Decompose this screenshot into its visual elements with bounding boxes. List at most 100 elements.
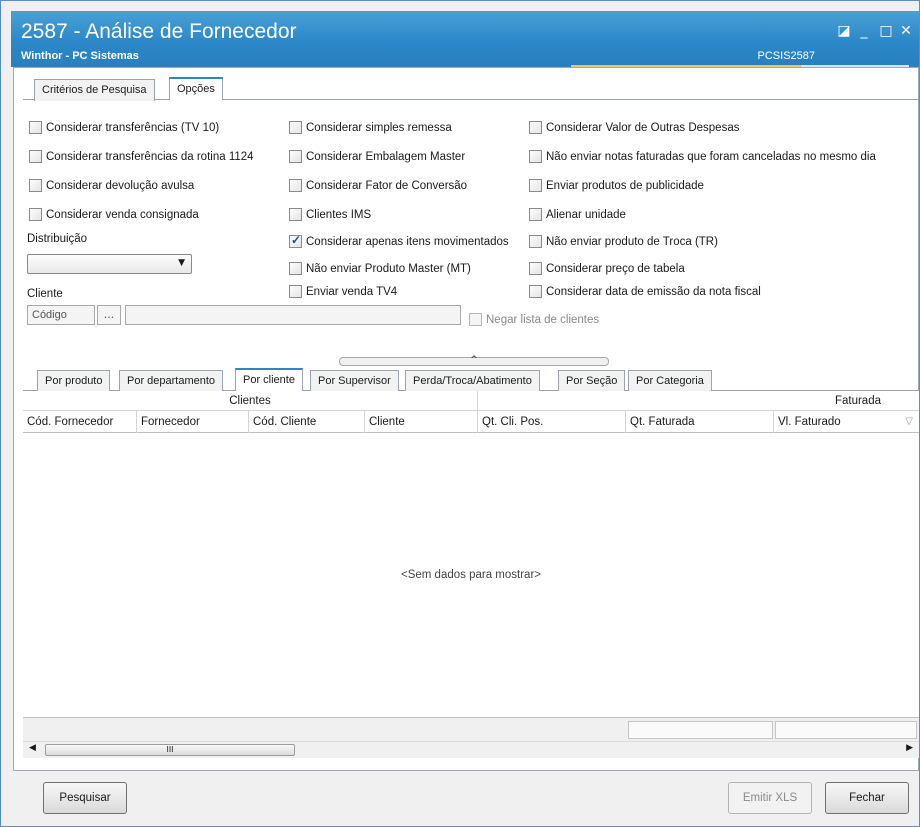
chk-venda-consignada[interactable]: Considerar venda consignada	[29, 208, 199, 221]
chevron-down-icon: ▼	[178, 258, 185, 268]
checkbox-icon	[289, 121, 302, 134]
tab-por-cliente[interactable]: Por cliente	[235, 368, 303, 391]
footer-cell-qt-faturada	[628, 721, 773, 739]
filter-arrow-icon[interactable]: ▽	[905, 411, 913, 433]
horizontal-scrollbar[interactable]: ◀ III ▶	[23, 741, 919, 758]
chk-devolucao-avulsa[interactable]: Considerar devolução avulsa	[29, 179, 194, 192]
tab-por-categoria[interactable]: Por Categoria	[628, 370, 712, 392]
col-qt-cli-pos[interactable]: Qt. Cli. Pos.	[478, 411, 626, 433]
chk-fator-conversao[interactable]: Considerar Fator de Conversão	[289, 179, 467, 192]
col-cliente[interactable]: Cliente	[365, 411, 478, 433]
chk-enviar-venda-tv4[interactable]: Enviar venda TV4	[289, 285, 397, 298]
scroll-thumb[interactable]: III	[45, 744, 295, 756]
checkbox-label: Considerar Fator de Conversão	[306, 179, 468, 192]
checkbox-label: Enviar produtos de publicidade	[546, 179, 704, 192]
checkbox-icon	[529, 208, 542, 221]
results-grid: Clientes Faturada Cód. Fornecedor Fornec…	[23, 391, 919, 741]
tab-perda-troca-abatimento[interactable]: Perda/Troca/Abatimento	[405, 370, 540, 392]
fechar-button[interactable]: Fechar	[825, 782, 909, 814]
col-cod-cliente[interactable]: Cód. Cliente	[249, 411, 365, 433]
checkbox-checked-icon	[289, 233, 302, 248]
checkbox-icon	[289, 208, 302, 221]
checkbox-icon	[29, 121, 42, 134]
checkbox-icon	[529, 235, 542, 248]
restore-icon[interactable]: ◪	[835, 23, 853, 39]
tab-por-produto[interactable]: Por produto	[37, 370, 111, 392]
checkbox-label: Considerar transferências da rotina 1124	[46, 150, 254, 163]
top-tab-line	[23, 99, 919, 100]
checkbox-label: Enviar venda TV4	[306, 285, 398, 298]
routine-code: PCSIS2587	[757, 50, 815, 62]
emitir-xls-button[interactable]: Emitir XLS	[728, 782, 812, 814]
chk-transferencias-1124[interactable]: Considerar transferências da rotina 1124	[29, 150, 254, 163]
checkbox-label: Considerar Valor de Outras Despesas	[546, 121, 740, 134]
cliente-lookup-button[interactable]: ...	[97, 305, 121, 325]
band-clientes[interactable]: Clientes	[23, 391, 478, 411]
chevron-up-icon: ^	[470, 355, 478, 365]
checkbox-icon	[289, 262, 302, 275]
checkbox-icon	[529, 285, 542, 298]
checkbox-label: Não enviar notas faturadas que foram can…	[546, 150, 876, 163]
band-header-row: Clientes Faturada	[23, 391, 919, 411]
cliente-code-input[interactable]: Código	[27, 305, 95, 325]
checkbox-label: Considerar Embalagem Master	[306, 150, 466, 163]
chk-preco-tabela[interactable]: Considerar preço de tabela	[529, 262, 685, 275]
grid-footer-row	[23, 717, 919, 741]
window-subtitle: Winthor - PC Sistemas	[21, 50, 139, 62]
chk-nao-enviar-produto-master[interactable]: Não enviar Produto Master (MT)	[289, 262, 471, 275]
distribuicao-select[interactable]: ▼	[27, 254, 192, 274]
distribuicao-label: Distribuição	[27, 233, 88, 245]
col-fornecedor[interactable]: Fornecedor	[137, 411, 249, 433]
col-vl-faturado-label: Vl. Faturado	[778, 416, 841, 428]
chk-data-emissao-nota[interactable]: Considerar data de emissão da nota fisca…	[529, 285, 761, 298]
checkbox-icon	[289, 179, 302, 192]
checkbox-icon	[289, 150, 302, 163]
checkbox-label: Clientes IMS	[306, 208, 372, 221]
checkbox-icon	[29, 179, 42, 192]
checkbox-label: Considerar apenas itens movimentados	[306, 235, 509, 248]
chk-clientes-ims[interactable]: Clientes IMS	[289, 208, 371, 221]
chk-valor-outras-despesas[interactable]: Considerar Valor de Outras Despesas	[529, 121, 739, 134]
pesquisar-button[interactable]: Pesquisar	[43, 782, 127, 814]
chk-nao-enviar-produto-troca[interactable]: Não enviar produto de Troca (TR)	[529, 235, 718, 248]
checkbox-label: Considerar transferências (TV 10)	[46, 121, 220, 134]
checkbox-label: Não enviar produto de Troca (TR)	[546, 235, 718, 248]
tab-opcoes[interactable]: Opções	[169, 77, 223, 100]
chk-produtos-publicidade[interactable]: Enviar produtos de publicidade	[529, 179, 704, 192]
tab-criterios-de-pesquisa[interactable]: Critérios de Pesquisa	[34, 79, 155, 101]
col-cod-fornecedor[interactable]: Cód. Fornecedor	[23, 411, 137, 433]
tab-por-supervisor[interactable]: Por Supervisor	[310, 370, 399, 392]
checkbox-label: Considerar devolução avulsa	[46, 179, 195, 192]
cliente-label: Cliente	[27, 288, 63, 300]
cliente-name-input[interactable]	[125, 305, 461, 325]
checkbox-icon	[529, 179, 542, 192]
tab-por-departamento[interactable]: Por departamento	[119, 370, 224, 392]
col-vl-faturado[interactable]: Vl. Faturado ▽	[774, 411, 919, 433]
scroll-left-icon[interactable]: ◀	[29, 743, 36, 753]
close-icon[interactable]: ✕	[897, 23, 915, 39]
maximize-icon[interactable]: □	[877, 23, 895, 39]
column-header-row: Cód. Fornecedor Fornecedor Cód. Cliente …	[23, 411, 919, 433]
empty-message: <Sem dados para mostrar>	[401, 569, 541, 581]
title-bar: 2587 - Análise de Fornecedor Winthor - P…	[11, 11, 919, 67]
tab-por-secao[interactable]: Por Seção	[558, 370, 626, 392]
chk-apenas-itens-movimentados[interactable]: Considerar apenas itens movimentados	[289, 233, 509, 248]
splitter-handle[interactable]: ^	[339, 355, 609, 366]
checkbox-label: Considerar simples remessa	[306, 121, 452, 134]
checkbox-icon	[529, 150, 542, 163]
chk-alienar-unidade[interactable]: Alienar unidade	[529, 208, 626, 221]
checkbox-label: Considerar preço de tabela	[546, 262, 685, 275]
checkbox-icon	[29, 208, 42, 221]
band-faturada[interactable]: Faturada	[478, 391, 919, 411]
chk-transferencias-tv10[interactable]: Considerar transferências (TV 10)	[29, 121, 219, 134]
col-qt-faturada[interactable]: Qt. Faturada	[626, 411, 774, 433]
minimize-icon[interactable]: _	[855, 23, 873, 39]
checkbox-icon	[529, 121, 542, 134]
checkbox-label: Não enviar Produto Master (MT)	[306, 262, 471, 275]
chk-nao-enviar-notas-canceladas[interactable]: Não enviar notas faturadas que foram can…	[529, 150, 876, 163]
app-window: 2587 - Análise de Fornecedor Winthor - P…	[0, 0, 920, 827]
chk-embalagem-master[interactable]: Considerar Embalagem Master	[289, 150, 465, 163]
chk-negar-lista-clientes[interactable]: Negar lista de clientes	[469, 313, 599, 326]
chk-simples-remessa[interactable]: Considerar simples remessa	[289, 121, 452, 134]
scroll-right-icon[interactable]: ▶	[906, 743, 913, 753]
